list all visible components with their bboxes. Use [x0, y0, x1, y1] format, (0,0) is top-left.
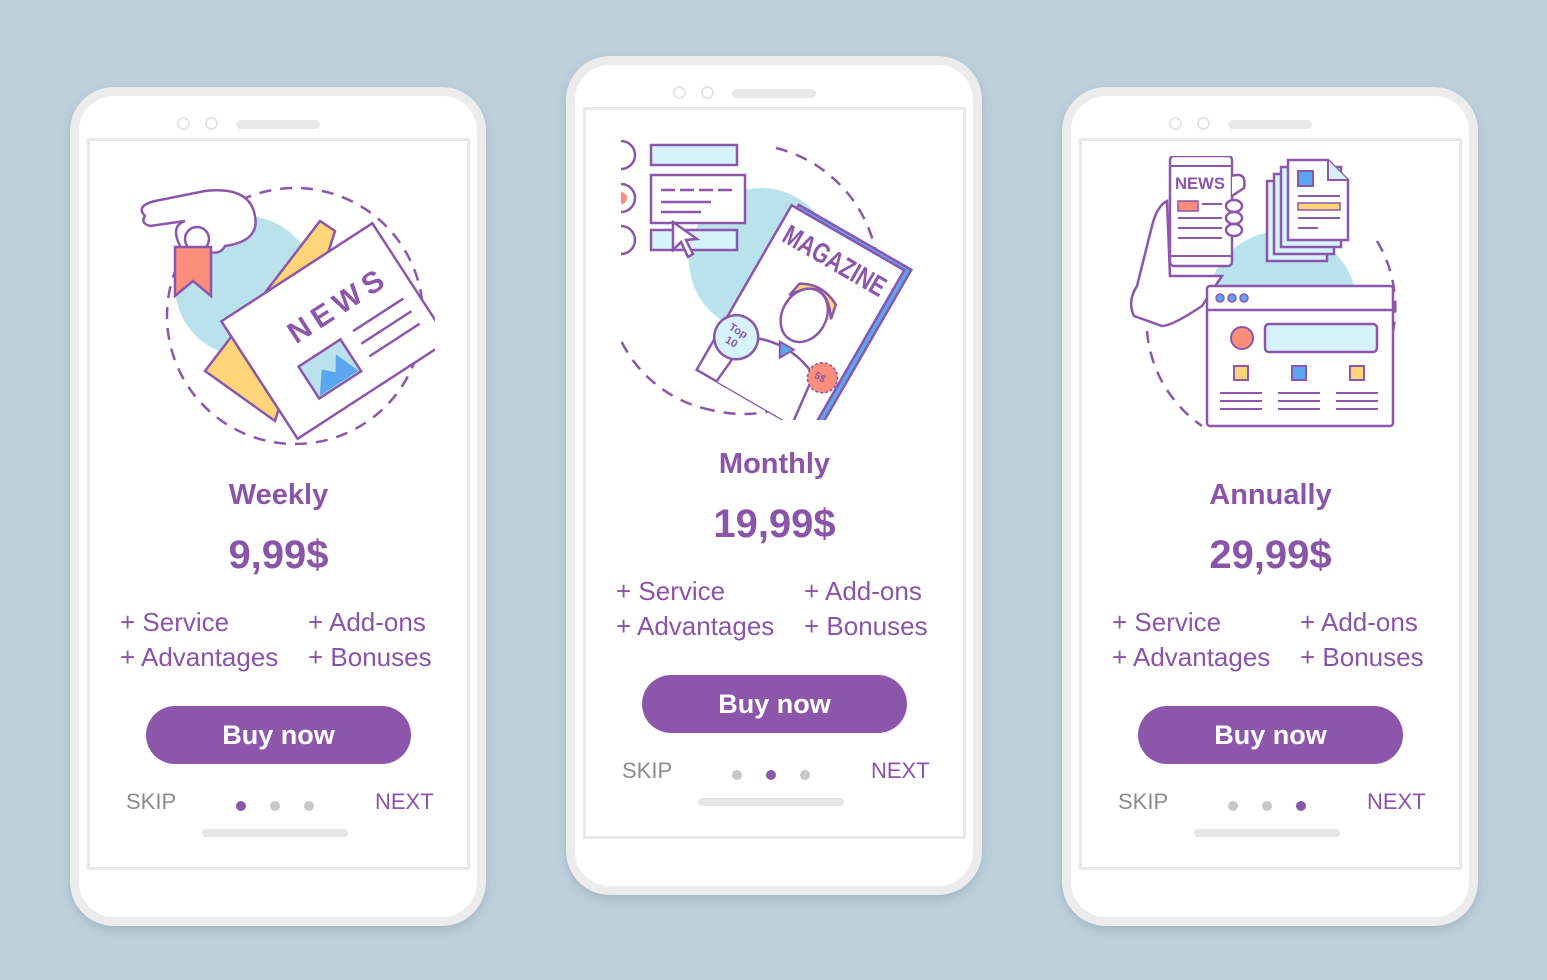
feature-bonuses: + Bonuses	[804, 611, 928, 641]
sensor-icon	[701, 86, 714, 99]
news-app-icon: NEWS	[1129, 156, 1397, 428]
radio-option-1	[621, 140, 637, 171]
documents-stack-icon	[1265, 158, 1350, 263]
plan-price: 9,99$	[228, 533, 329, 577]
phone-weekly: NEWS Weekly 9,99$ + Service + Add-ons + …	[70, 87, 486, 926]
plan-title: Weekly	[228, 479, 329, 511]
onboarding-screen-monthly: MAGAZINE Top 10 5$ Monthly 19,99$ + Serv…	[583, 107, 966, 839]
home-indicator	[202, 829, 348, 837]
feature-addons: + Add-ons	[804, 576, 922, 606]
skip-button[interactable]: SKIP	[622, 758, 672, 784]
buy-now-button[interactable]: Buy now	[642, 675, 907, 733]
skip-button[interactable]: SKIP	[126, 789, 176, 815]
feature-service: + Service	[1112, 607, 1222, 637]
svg-text:NEWS: NEWS	[1175, 174, 1225, 193]
feature-addons: + Add-ons	[1300, 607, 1418, 637]
buy-now-button[interactable]: Buy now	[1138, 706, 1403, 764]
speaker-grille	[1228, 120, 1312, 129]
browser-window-icon	[1205, 284, 1395, 428]
plan-price: 29,99$	[1209, 533, 1332, 577]
page-dot-2[interactable]	[1262, 801, 1272, 811]
phone-monthly: MAGAZINE Top 10 5$ Monthly 19,99$ + Serv…	[566, 56, 982, 895]
feature-service: + Service	[616, 576, 726, 606]
phone-annually: NEWS Annually 29,99$ + Service + Add-ons…	[1062, 87, 1478, 926]
skip-button[interactable]: SKIP	[1118, 789, 1168, 815]
feature-bonuses: + Bonuses	[1300, 642, 1424, 672]
plan-title: Annually	[1209, 479, 1332, 511]
home-indicator	[698, 798, 844, 806]
sensor-icon	[205, 117, 218, 130]
feature-bonuses: + Bonuses	[308, 642, 432, 672]
onboarding-screen-annually: NEWS Annually 29,99$ + Service + Add-ons…	[1079, 138, 1462, 870]
next-button[interactable]: NEXT	[871, 758, 930, 784]
plan-title: Monthly	[718, 448, 831, 480]
page-dot-1[interactable]	[732, 770, 742, 780]
next-button[interactable]: NEXT	[375, 789, 434, 815]
feature-service: + Service	[120, 607, 230, 637]
speaker-grille	[236, 120, 320, 129]
newspaper-hand-icon: NEWS	[140, 186, 435, 446]
page-dot-1[interactable]	[1228, 801, 1238, 811]
camera-icon	[1169, 117, 1182, 130]
onboarding-screen-weekly: NEWS Weekly 9,99$ + Service + Add-ons + …	[87, 138, 470, 870]
buy-now-button[interactable]: Buy now	[146, 706, 411, 764]
camera-icon	[177, 117, 190, 130]
feature-advantages: + Advantages	[1112, 642, 1271, 672]
speaker-grille	[732, 89, 816, 98]
plan-price: 19,99$	[713, 502, 836, 546]
home-indicator	[1194, 829, 1340, 837]
page-dot-3[interactable]	[1296, 801, 1306, 811]
page-dot-3[interactable]	[304, 801, 314, 811]
page-dot-3[interactable]	[800, 770, 810, 780]
camera-icon	[673, 86, 686, 99]
feature-advantages: + Advantages	[616, 611, 775, 641]
radio-option-3	[621, 224, 637, 256]
page-dot-1[interactable]	[236, 801, 246, 811]
magazine-icon: MAGAZINE Top 10 5$	[621, 140, 914, 420]
page-dot-2[interactable]	[270, 801, 280, 811]
sensor-icon	[1197, 117, 1210, 130]
page-dot-2[interactable]	[766, 770, 776, 780]
next-button[interactable]: NEXT	[1367, 789, 1426, 815]
feature-addons: + Add-ons	[308, 607, 426, 637]
feature-advantages: + Advantages	[120, 642, 279, 672]
